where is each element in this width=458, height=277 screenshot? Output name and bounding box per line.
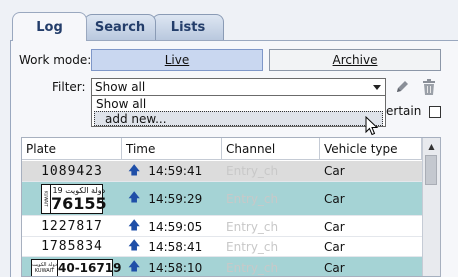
vehicle-type-cell: Car bbox=[324, 191, 345, 206]
plate-number: 1785834 bbox=[41, 239, 103, 254]
plate-cell: 1089423 bbox=[22, 161, 122, 181]
arrow-up-icon: 🡅 bbox=[128, 218, 141, 232]
plate-side-text: KUWAIT bbox=[42, 184, 51, 213]
table-row[interactable]: دولة الكويت KUWAIT 40-16719 🡅 14:58:10 E… bbox=[22, 257, 422, 276]
live-button[interactable]: Live bbox=[91, 49, 263, 71]
table-header: Plate Time Channel Vehicle type bbox=[22, 138, 422, 160]
scroll-up-icon[interactable]: ▲ bbox=[423, 138, 440, 154]
vehicle-type-cell: Car bbox=[324, 219, 345, 234]
filter-option-add-new[interactable]: add new... bbox=[94, 111, 383, 126]
time-value: 14:59:05 bbox=[148, 219, 203, 234]
tab-bar: Lists Search Log bbox=[0, 0, 458, 41]
column-header-channel[interactable]: Channel bbox=[222, 138, 320, 160]
time-cell: 🡅 14:58:10 bbox=[122, 257, 222, 276]
arrow-up-icon: 🡅 bbox=[128, 259, 141, 273]
time-value: 14:59:41 bbox=[148, 164, 203, 178]
column-header-time[interactable]: Time bbox=[122, 138, 222, 160]
pencil-icon[interactable] bbox=[393, 78, 411, 96]
filter-dropdown-list: Show all add new... bbox=[91, 95, 386, 127]
vehicle-type-cell: Car bbox=[324, 164, 345, 178]
plate-image: دولة الكويت KUWAIT 40-16719 bbox=[31, 258, 121, 276]
vehicle-type-cell: Car bbox=[324, 239, 345, 254]
archive-button[interactable]: Archive bbox=[269, 49, 441, 71]
filter-label: Filter: bbox=[52, 80, 86, 94]
vehicle-type-cell: Car bbox=[324, 260, 345, 275]
vertical-scrollbar[interactable]: ▲ bbox=[422, 138, 440, 276]
plate-number: 1227817 bbox=[41, 219, 103, 234]
trash-icon[interactable] bbox=[420, 78, 438, 96]
channel-cell: Entry_ch bbox=[226, 191, 279, 206]
column-header-plate[interactable]: Plate bbox=[22, 138, 122, 160]
filter-select-value: Show all bbox=[95, 80, 146, 94]
archive-button-label: Archive bbox=[332, 53, 378, 67]
certain-checkbox[interactable] bbox=[429, 106, 441, 118]
tab-lists[interactable]: Lists bbox=[152, 14, 224, 40]
scroll-thumb[interactable] bbox=[425, 155, 437, 185]
time-value: 14:58:10 bbox=[148, 260, 203, 275]
channel-cell: Entry_ch bbox=[226, 260, 279, 275]
filter-option-show-all[interactable]: Show all bbox=[92, 96, 385, 111]
plate-number: 40-16719 bbox=[58, 260, 122, 275]
plate-image: KUWAIT 19 دولة الكويت 76155 bbox=[41, 183, 107, 214]
mouse-cursor-icon bbox=[365, 115, 379, 139]
channel-cell: Entry_ch bbox=[226, 239, 279, 254]
plate-number: 76155 bbox=[51, 193, 107, 213]
time-value: 14:59:29 bbox=[148, 191, 203, 206]
time-cell: 🡅 14:59:41 bbox=[122, 161, 222, 181]
live-button-label: Live bbox=[164, 53, 190, 67]
events-table: Plate Time Channel Vehicle type 1089423 … bbox=[21, 137, 441, 277]
filter-select[interactable]: Show all bbox=[91, 78, 386, 96]
table-row[interactable]: 1227817 🡅 14:59:05 Entry_ch Car bbox=[22, 217, 422, 237]
table-row[interactable]: 1785834 🡅 14:58:41 Entry_ch Car bbox=[22, 237, 422, 257]
time-cell: 🡅 14:59:05 bbox=[122, 217, 222, 236]
plate-cell: 1227817 bbox=[22, 217, 122, 236]
plate-cell: KUWAIT 19 دولة الكويت 76155 bbox=[22, 182, 122, 215]
time-cell: 🡅 14:59:29 bbox=[122, 182, 222, 215]
tab-log[interactable]: Log bbox=[12, 12, 87, 41]
work-mode-label: Work mode: bbox=[19, 53, 92, 67]
plate-number: 1089423 bbox=[41, 163, 103, 179]
arrow-up-icon: 🡅 bbox=[128, 238, 141, 252]
channel-cell: Entry_ch bbox=[226, 219, 279, 234]
plate-cell: 1785834 bbox=[22, 237, 122, 256]
tab-search[interactable]: Search bbox=[84, 14, 156, 40]
channel-cell: Entry_ch bbox=[226, 164, 279, 178]
table-row[interactable]: KUWAIT 19 دولة الكويت 76155 🡅 14:59:29 E… bbox=[22, 182, 422, 216]
certain-label: ertain bbox=[386, 104, 422, 118]
plate-side-text: KUWAIT bbox=[34, 267, 55, 274]
table-row[interactable]: 1089423 🡅 14:59:41 Entry_ch Car bbox=[22, 161, 422, 182]
arrow-up-icon: 🡅 bbox=[128, 190, 141, 204]
plate-cell: دولة الكويت KUWAIT 40-16719 bbox=[22, 257, 122, 276]
column-header-vehicle-type[interactable]: Vehicle type bbox=[320, 138, 422, 160]
arrow-up-icon: 🡅 bbox=[128, 162, 141, 177]
time-cell: 🡅 14:58:41 bbox=[122, 237, 222, 256]
dropdown-arrow-icon[interactable] bbox=[369, 79, 385, 95]
time-value: 14:58:41 bbox=[148, 239, 203, 254]
